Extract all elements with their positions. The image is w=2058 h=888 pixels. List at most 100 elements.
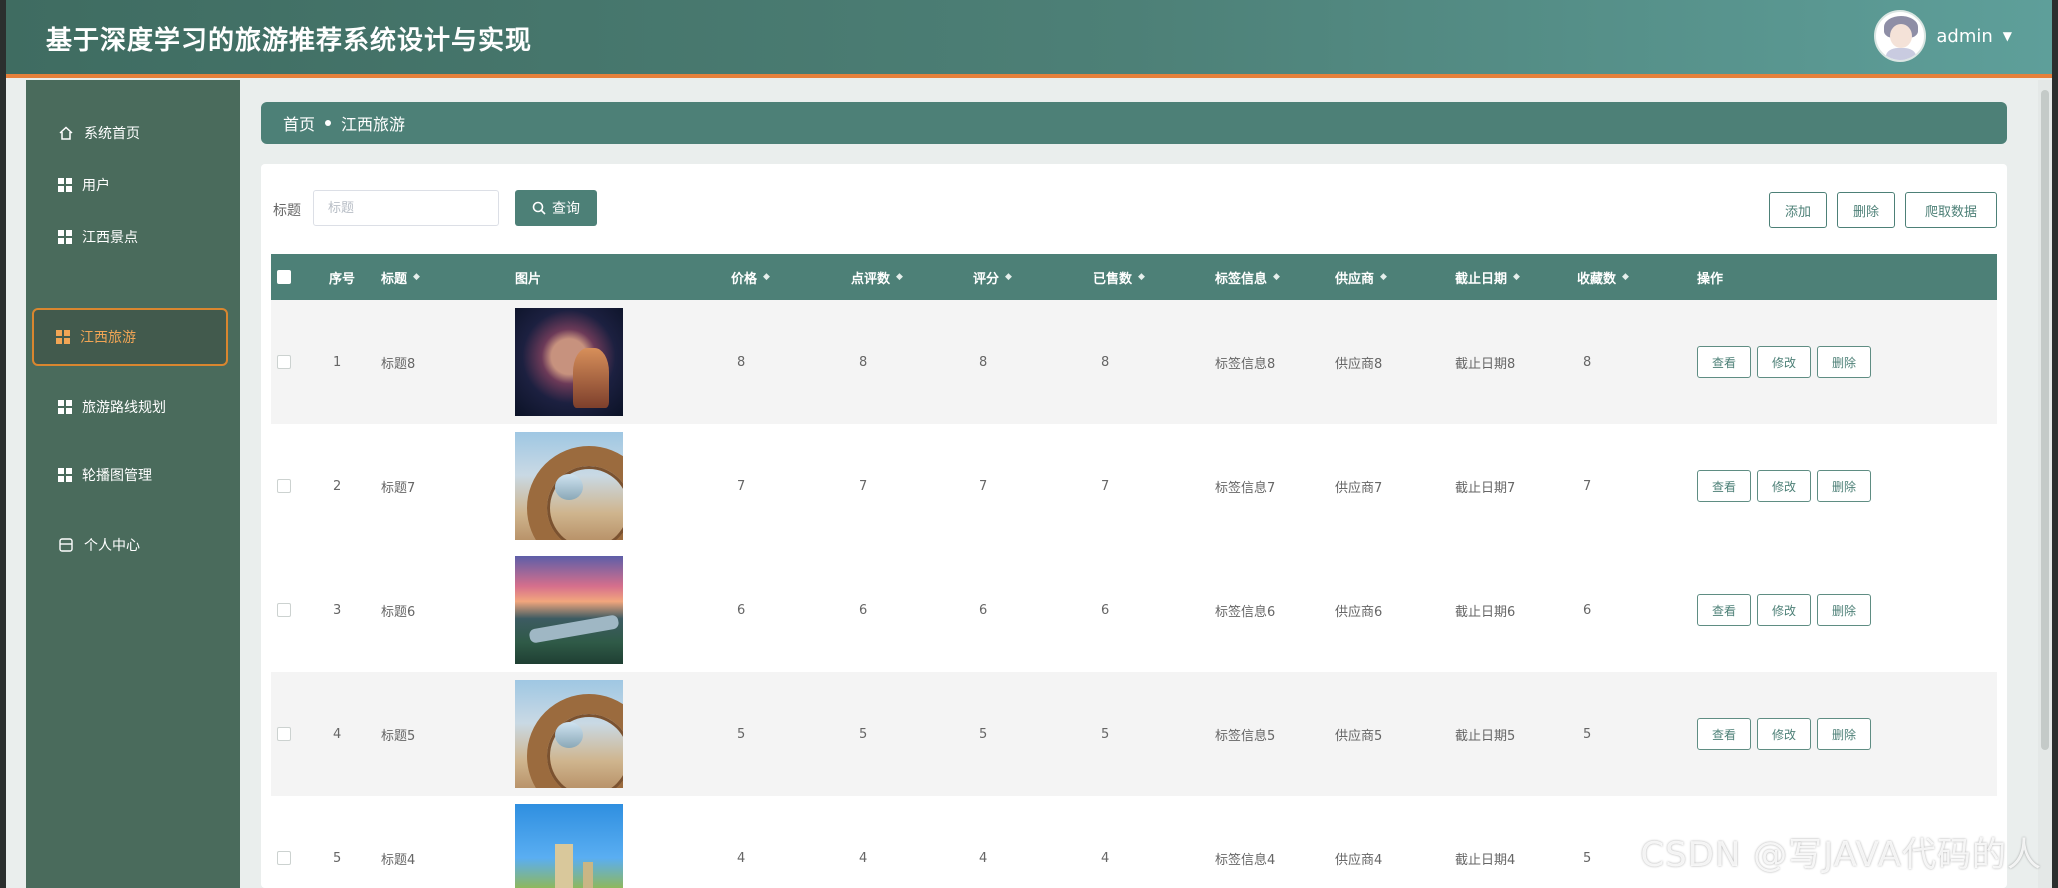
- sidebar-item-jiangxi-spots[interactable]: 江西景点: [36, 208, 236, 266]
- row-checkbox[interactable]: [277, 479, 291, 493]
- row-checkbox[interactable]: [277, 727, 291, 741]
- sidebar-item-home[interactable]: 系统首页: [36, 104, 236, 162]
- user-menu[interactable]: admin ▼: [1874, 10, 2012, 62]
- cell-tags: 标签信息8: [1215, 356, 1276, 372]
- cell-rating: 6: [979, 602, 988, 618]
- cell-favorites: 7: [1583, 478, 1592, 494]
- sidebar-item-label: 用户: [82, 178, 110, 194]
- cell-rating: 5: [979, 726, 988, 742]
- page-scrollbar[interactable]: [2038, 80, 2052, 888]
- city-tower-photo[interactable]: [515, 804, 623, 888]
- scrollbar-thumb[interactable]: [2041, 90, 2049, 750]
- column-header-rating[interactable]: 评分 ◆: [973, 254, 1012, 300]
- cell-likes: 4: [859, 850, 868, 866]
- sidebar-item-label: 轮播图管理: [82, 468, 152, 484]
- sidebar-item-carousel[interactable]: 轮播图管理: [36, 446, 236, 504]
- column-header-deadline[interactable]: 截止日期 ◆: [1455, 254, 1520, 300]
- cell-index: 1: [333, 354, 342, 370]
- sidebar-item-jiangxi-travel[interactable]: 江西旅游: [32, 308, 228, 366]
- row-checkbox[interactable]: [277, 355, 291, 369]
- cell-price: 5: [737, 726, 746, 742]
- row-delete-button[interactable]: 删除: [1817, 718, 1871, 750]
- select-all-checkbox[interactable]: [277, 270, 291, 284]
- sidebar-item-route-planning[interactable]: 旅游路线规划: [36, 378, 236, 436]
- table-row: 4 标题5 5 5 5 5 标签信息5 供应商5 截止日期5 5 查看 修改 删…: [271, 672, 1997, 796]
- view-button[interactable]: 查看: [1697, 346, 1751, 378]
- sort-icon[interactable]: ◆: [1380, 272, 1387, 282]
- river-sunset-photo[interactable]: [515, 556, 623, 664]
- row-delete-button[interactable]: 删除: [1817, 346, 1871, 378]
- column-header-title[interactable]: 标题 ◆: [381, 254, 420, 300]
- sidebar-item-profile[interactable]: 个人中心: [36, 516, 236, 574]
- sort-icon[interactable]: ◆: [1138, 272, 1145, 282]
- cell-price: 6: [737, 602, 746, 618]
- grid-icon: [56, 330, 70, 344]
- cell-sold: 7: [1101, 478, 1110, 494]
- view-button[interactable]: 查看: [1697, 718, 1751, 750]
- sort-icon[interactable]: ◆: [763, 272, 770, 282]
- app-window: 基于深度学习的旅游推荐系统设计与实现 admin ▼ 系统首页 用户 江西景点 …: [6, 0, 2052, 888]
- sort-icon[interactable]: ◆: [896, 272, 903, 282]
- edit-button[interactable]: 修改: [1757, 346, 1811, 378]
- sidebar-item-label: 系统首页: [84, 126, 140, 142]
- content-card: 标题 查询 添加 删除 爬取数据 序号 标题◆ 图片 价格◆ 点评数◆ 评分◆ …: [261, 164, 2007, 888]
- view-button[interactable]: 查看: [1697, 470, 1751, 502]
- column-header-supplier[interactable]: 供应商 ◆: [1335, 254, 1387, 300]
- column-header-tags[interactable]: 标签信息 ◆: [1215, 254, 1280, 300]
- row-checkbox[interactable]: [277, 603, 291, 617]
- sort-icon[interactable]: ◆: [1273, 272, 1280, 282]
- delete-button[interactable]: 删除: [1837, 192, 1895, 228]
- edit-button[interactable]: 修改: [1757, 470, 1811, 502]
- grid-icon: [58, 178, 72, 192]
- cell-supplier: 供应商7: [1335, 480, 1383, 496]
- view-button[interactable]: 查看: [1697, 594, 1751, 626]
- row-checkbox[interactable]: [277, 851, 291, 865]
- cell-title: 标题5: [381, 728, 416, 744]
- sort-icon[interactable]: ◆: [1513, 272, 1520, 282]
- column-header-favorites[interactable]: 收藏数 ◆: [1577, 254, 1629, 300]
- cell-index: 2: [333, 478, 342, 494]
- grid-icon: [58, 230, 72, 244]
- app-title: 基于深度学习的旅游推荐系统设计与实现: [46, 26, 533, 56]
- sidebar-item-label: 江西景点: [82, 230, 138, 246]
- column-header-likes[interactable]: 点评数 ◆: [851, 254, 903, 300]
- breadcrumb-home[interactable]: 首页: [283, 111, 315, 135]
- cell-price: 4: [737, 850, 746, 866]
- search-input[interactable]: [313, 190, 499, 226]
- cell-index: 3: [333, 602, 342, 618]
- straw-nest-photo[interactable]: [515, 680, 623, 788]
- cell-title: 标题6: [381, 604, 416, 620]
- column-header-price[interactable]: 价格 ◆: [731, 254, 770, 300]
- night-lantern-photo[interactable]: [515, 308, 623, 416]
- sort-icon[interactable]: ◆: [1005, 272, 1012, 282]
- cell-deadline: 截止日期6: [1455, 604, 1516, 620]
- edit-button[interactable]: 修改: [1757, 718, 1811, 750]
- column-header-sold[interactable]: 已售数 ◆: [1093, 254, 1145, 300]
- cell-sold: 5: [1101, 726, 1110, 742]
- crawl-data-button[interactable]: 爬取数据: [1905, 192, 1997, 228]
- sidebar-item-users[interactable]: 用户: [36, 156, 236, 214]
- watermark-text: CSDN @写JAVA代码的人: [1640, 835, 2042, 875]
- sort-icon[interactable]: ◆: [1622, 272, 1629, 282]
- straw-nest-photo[interactable]: [515, 432, 623, 540]
- cell-likes: 6: [859, 602, 868, 618]
- chevron-down-icon[interactable]: ▼: [2003, 29, 2012, 43]
- cell-supplier: 供应商5: [1335, 728, 1383, 744]
- avatar[interactable]: [1874, 10, 1927, 62]
- edit-button[interactable]: 修改: [1757, 594, 1811, 626]
- cell-price: 7: [737, 478, 746, 494]
- cell-supplier: 供应商6: [1335, 604, 1383, 620]
- row-delete-button[interactable]: 删除: [1817, 594, 1871, 626]
- cell-title: 标题8: [381, 356, 416, 372]
- add-button[interactable]: 添加: [1769, 192, 1827, 228]
- sort-icon[interactable]: ◆: [413, 272, 420, 282]
- cell-deadline: 截止日期8: [1455, 356, 1516, 372]
- grid-icon: [58, 468, 72, 482]
- top-header: 基于深度学习的旅游推荐系统设计与实现 admin ▼: [6, 0, 2052, 78]
- cell-tags: 标签信息5: [1215, 728, 1276, 744]
- search-button[interactable]: 查询: [515, 190, 597, 226]
- cell-tags: 标签信息7: [1215, 480, 1276, 496]
- row-delete-button[interactable]: 删除: [1817, 470, 1871, 502]
- column-header-ops: 操作: [1697, 271, 1724, 287]
- user-name[interactable]: admin: [1936, 26, 1992, 47]
